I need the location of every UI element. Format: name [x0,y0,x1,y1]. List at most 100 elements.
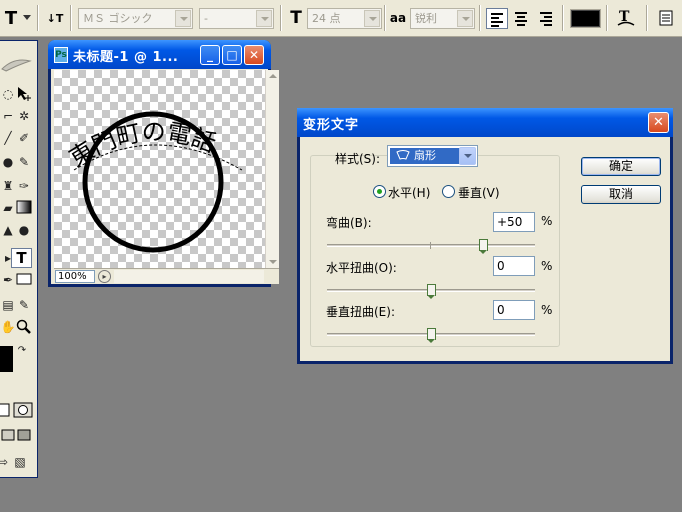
clone-stamp-icon[interactable]: ♜ [0,178,16,194]
hand-tool-icon[interactable]: ✋ [0,319,16,335]
align-center-button[interactable] [510,8,532,29]
maximize-button[interactable]: □ [222,45,242,65]
horizontal-scrollbar[interactable] [114,270,264,283]
chevron-down-icon [364,10,380,27]
slice-select-icon[interactable]: ✐ [16,130,32,146]
arc-text: 東門町の電話 [64,118,219,173]
text-color-swatch[interactable] [570,9,601,28]
chevron-down-icon [256,10,272,27]
brush-tool-icon[interactable]: ✎ [16,154,32,170]
document-title: 未标题-1 @ 1... [73,50,179,65]
vertical-distortion-percent: % [541,303,553,317]
pen-tool-icon[interactable]: ✒ [0,272,16,288]
font-size-value: 24 点 [312,12,341,25]
warp-text-icon[interactable]: T [614,6,638,30]
dialog-title-bar[interactable]: 变形文字 ✕ [297,108,673,137]
vertical-label[interactable]: 垂直(V) [458,184,500,201]
anti-alias-select[interactable]: 锐利 [410,8,475,29]
tools-panel: ◌ ⌐ ✲ ╱ ✐ ● ✎ ♜ ✑ ▰ ▲ ● ▸ T ✒ ▤ ✎ ✋ ↷ ⇨ … [0,40,38,478]
slider-center-tick [430,242,431,249]
dodge-tool-icon[interactable]: ● [16,222,32,238]
document-close-button[interactable]: ✕ [244,45,264,65]
horizontal-radio[interactable] [373,185,386,198]
type-tool-preset-icon[interactable]: T [0,6,22,30]
style-selected: 扇形 [390,148,460,164]
align-left-button[interactable] [486,8,508,29]
font-size-icon: T [290,8,302,28]
font-size-select[interactable]: 24 点 [307,8,382,29]
zoom-field[interactable]: 100% [55,270,95,283]
horizontal-distortion-slider[interactable] [327,284,535,299]
palettes-icon[interactable] [654,6,678,30]
bend-slider-thumb[interactable] [479,239,488,254]
screen-mode-standard-icon[interactable] [0,429,16,445]
bend-input[interactable]: +50 [493,212,535,232]
gradient-tool-icon[interactable] [16,200,32,216]
document-status-bar: 100% ▸ [54,268,279,284]
eyedropper-icon[interactable]: ✎ [16,297,32,313]
cancel-button[interactable]: 取消 [581,185,661,204]
rectangle-tool-icon[interactable] [16,272,32,288]
swap-colors-icon[interactable]: ↷ [14,343,30,359]
foreground-color-swatch[interactable] [0,346,13,372]
standard-mode-icon[interactable] [0,403,10,419]
vertical-distortion-slider[interactable] [327,328,535,343]
horizontal-distortion-slider-thumb[interactable] [427,284,436,299]
dialog-close-button[interactable]: ✕ [648,112,669,133]
text-orientation-icon[interactable]: ↓T [44,6,66,30]
dialog-title: 变形文字 [303,118,360,133]
align-right-button[interactable] [534,8,556,29]
slice-tool-icon[interactable]: ╱ [0,130,16,146]
healing-brush-icon[interactable]: ● [0,154,16,170]
font-family-value: ＭＳ ゴシック [83,12,153,25]
feather-logo-icon [0,55,34,75]
vertical-distortion-label: 垂直扭曲(E): [326,305,395,319]
font-family-select[interactable]: ＭＳ ゴシック [78,8,193,29]
magic-wand-icon[interactable]: ✲ [16,108,32,124]
chevron-down-icon [459,147,476,165]
horizontal-distortion-input[interactable]: 0 [493,256,535,276]
zoom-tool-icon[interactable] [16,319,32,335]
horizontal-label[interactable]: 水平(H) [388,184,430,201]
vertical-radio[interactable] [442,185,455,198]
document-title-bar[interactable]: Ps 未标题-1 @ 1... _ □ ✕ [48,40,271,69]
anti-alias-icon: aa [389,11,407,25]
toolbar-separator [384,5,386,31]
jump-to-imageready-icon[interactable]: ⇨ [0,454,10,470]
quick-mask-icon[interactable] [13,402,33,418]
status-info-icon[interactable]: ▸ [98,270,111,283]
font-style-value: - [204,12,208,25]
vertical-scrollbar[interactable] [265,70,279,268]
toolbar-separator [280,5,282,31]
type-tool-button[interactable]: T [11,248,32,268]
anti-alias-value: 锐利 [415,12,437,25]
screen-mode-full-icon[interactable] [16,429,32,445]
bend-label: 弯曲(B): [326,216,372,230]
arc-style-icon [396,150,410,160]
horizontal-distortion-label: 水平扭曲(O): [326,261,397,275]
document-canvas[interactable]: 東門町の電話 [54,70,265,268]
lasso-tool-icon[interactable]: ◌ [0,86,16,102]
toolbar-separator [70,5,72,31]
document-window: Ps 未标题-1 @ 1... _ □ ✕ 東門町の電話 100% ▸ [48,40,279,287]
font-style-select[interactable]: - [199,8,274,29]
blur-tool-icon[interactable]: ▲ [0,222,16,238]
toolbar-separator [606,5,608,31]
ok-button[interactable]: 确定 [581,157,661,176]
vertical-distortion-slider-thumb[interactable] [427,328,436,343]
history-brush-icon[interactable]: ✑ [16,178,32,194]
eraser-tool-icon[interactable]: ▰ [0,200,16,216]
chevron-down-icon[interactable] [22,6,32,30]
chevron-down-icon [457,10,473,27]
bend-slider[interactable] [327,239,535,254]
bend-percent: % [541,214,553,228]
toolbar-separator [646,5,648,31]
imageready-icon[interactable]: ▧ [12,454,28,470]
crop-tool-icon[interactable]: ⌐ [0,108,16,124]
notes-tool-icon[interactable]: ▤ [0,297,16,313]
move-tool-icon[interactable] [16,86,32,102]
minimize-button[interactable]: _ [200,45,220,65]
vertical-distortion-input[interactable]: 0 [493,300,535,320]
style-select[interactable]: 扇形 [387,145,478,167]
artwork: 東門町の電話 [64,111,243,253]
